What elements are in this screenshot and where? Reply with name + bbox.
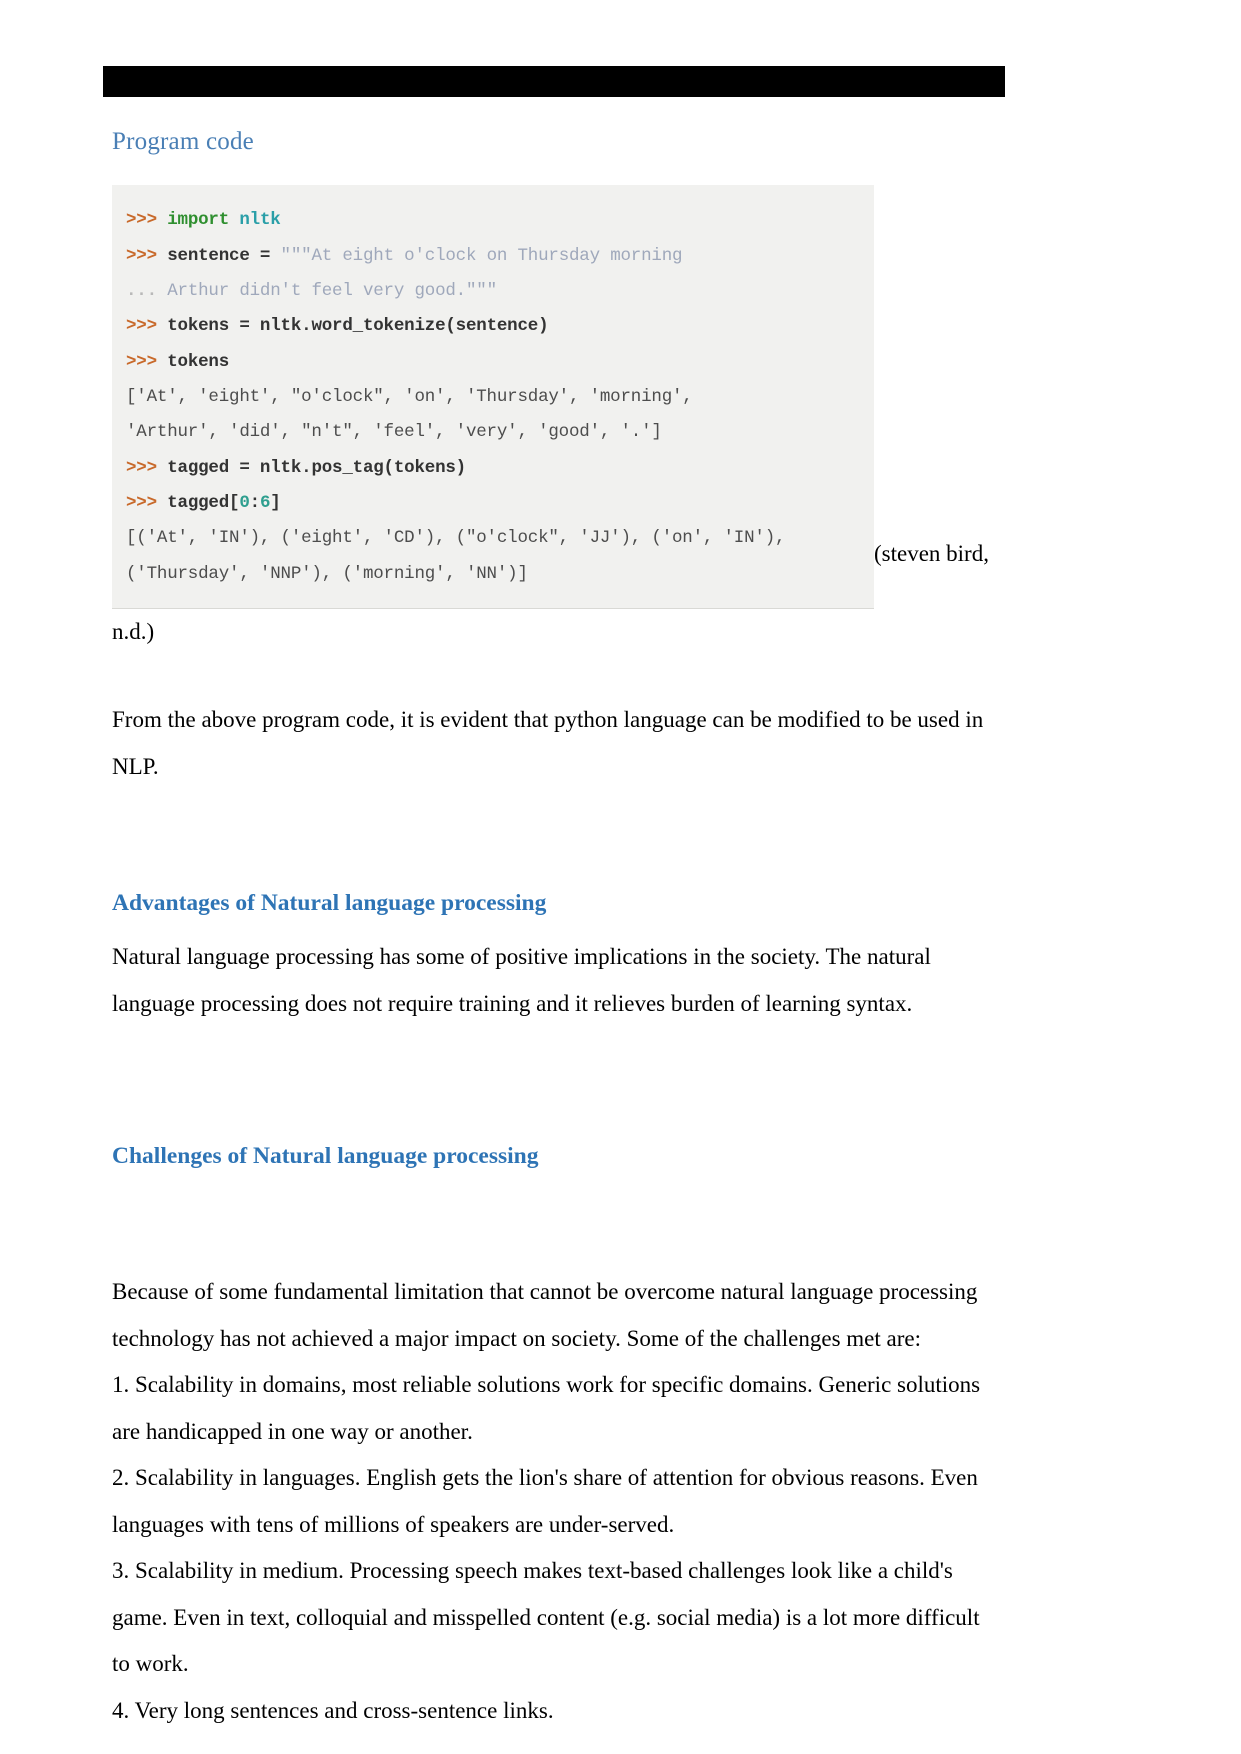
challenge-list-item: 4. Very long sentences and cross-sentenc… [112,1697,554,1723]
code-line: >>> import nltk [126,203,860,238]
heading-challenges: Challenges of Natural language processin… [112,1143,539,1170]
paragraph-advantages: Natural language processing has some of … [112,944,931,1016]
code-line: >>> sentence = """At eight o'clock on Th… [126,239,860,274]
code-token-dots: ... [126,280,168,301]
code-token-prompt: >>> [126,245,168,266]
code-token-num: 0 [239,493,250,513]
challenges-list: 1. Scalability in domains, most reliable… [112,1362,994,1734]
document-content: Program code >>> import nltk >>> sentence… [112,126,994,1734]
citation-tail: n.d.) [112,619,155,645]
code-line: >>> tokens = nltk.word_tokenize(sentence… [126,309,860,344]
code-block-row: >>> import nltk >>> sentence = """At eigh… [112,185,994,610]
code-token-prompt: >>> [126,210,168,231]
code-line: ... Arthur didn't feel very good.""" [126,274,860,309]
code-token-prompt: >>> [126,316,168,337]
document-page: Program code >>> import nltk >>> sentence… [0,0,1241,1754]
code-token-out: ['At', 'eight', "o'clock", 'on', 'Thursd… [126,386,693,407]
code-token-mod: nltk [239,210,281,231]
code-line: ('Thursday', 'NNP'), ('morning', 'NN')] [126,557,860,592]
code-token-str: Arthur didn't feel very good.""" [167,280,497,301]
code-line: >>> tagged = nltk.pos_tag(tokens) [126,451,860,486]
code-token-prompt: >>> [126,493,168,513]
code-line: [('At', 'IN'), ('eight', 'CD'), ("o'cloc… [126,521,860,556]
code-token-out: [('At', 'IN'), ('eight', 'CD'), ("o'cloc… [126,528,786,549]
code-token-out: 'Arthur', 'did', "n't", 'feel', 'very', … [126,422,662,443]
paragraph-challenges-intro: Because of some fundamental limitation t… [112,1279,978,1351]
page-title-program-code: Program code [112,128,254,155]
code-token-code: ] [270,493,281,513]
code-line: >>> tagged[0:6] [126,486,860,521]
code-token-num: 6 [259,493,271,513]
code-token-code: tokens = nltk.word_tokenize(sentence) [167,316,549,337]
code-line: 'Arthur', 'did', "n't", 'feel', 'very', … [126,415,860,450]
code-line: >>> tokens [126,345,860,380]
challenge-list-item: 2. Scalability in languages. English get… [112,1465,978,1537]
code-token-str: """At eight o'clock on Thursday morning [280,245,683,266]
code-token-out: ('Thursday', 'NNP'), ('morning', 'NN')] [126,563,528,584]
header-black-bar [103,66,1005,97]
challenge-list-item: 3. Scalability in medium. Processing spe… [112,1558,980,1677]
code-token-code: tokens [167,351,230,372]
code-line: ['At', 'eight', "o'clock", 'on', 'Thursd… [126,380,860,415]
paragraph-from-above-program-code: From the above program code, it is evide… [112,707,984,779]
code-token-code: tagged = nltk.pos_tag(tokens) [167,457,466,478]
code-token-prompt: >>> [126,457,168,478]
code-token-code: tagged[ [167,493,240,513]
python-code-block: >>> import nltk >>> sentence = """At eigh… [112,185,874,610]
challenge-list-item: 1. Scalability in domains, most reliable… [112,1372,981,1444]
code-token-code: : [249,493,261,513]
code-token-prompt: >>> [126,351,168,372]
code-token-code: sentence = [167,245,281,266]
heading-advantages: Advantages of Natural language processin… [112,890,547,917]
code-token-kw: import [167,210,240,231]
